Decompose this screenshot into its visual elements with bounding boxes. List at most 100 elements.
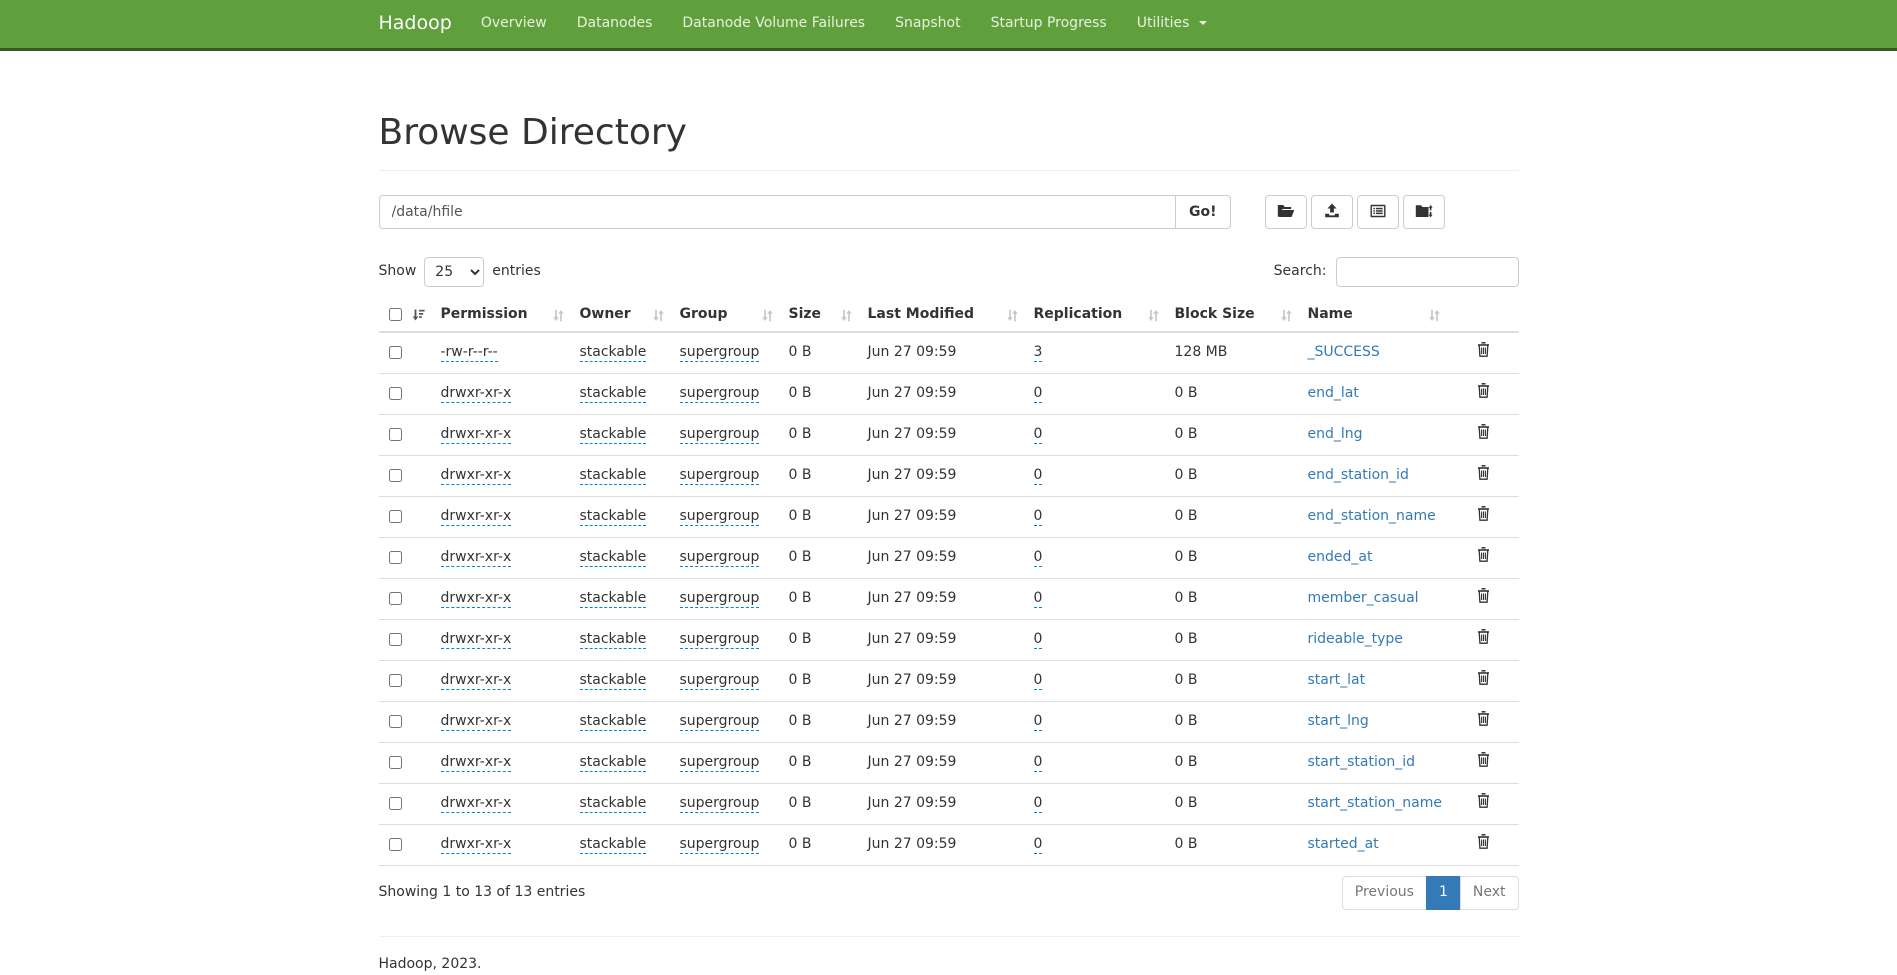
permission-cell[interactable]: drwxr-xr-x	[441, 385, 512, 403]
group-cell[interactable]: supergroup	[680, 672, 760, 690]
header-replication[interactable]: Replication	[1026, 299, 1167, 332]
permission-cell[interactable]: drwxr-xr-x	[441, 467, 512, 485]
file-name-link[interactable]: rideable_type	[1308, 631, 1403, 647]
header-permission[interactable]: Permission	[433, 299, 572, 332]
owner-cell[interactable]: stackable	[580, 385, 647, 403]
group-cell[interactable]: supergroup	[680, 713, 760, 731]
row-checkbox[interactable]	[389, 592, 402, 605]
owner-cell[interactable]: stackable	[580, 631, 647, 649]
replication-cell[interactable]: 0	[1034, 836, 1043, 854]
owner-cell[interactable]: stackable	[580, 590, 647, 608]
nav-item-datanodes[interactable]: Datanodes	[562, 0, 668, 48]
group-cell[interactable]: supergroup	[680, 836, 760, 854]
trash-icon[interactable]	[1477, 793, 1490, 815]
file-name-link[interactable]: start_station_name	[1308, 795, 1443, 811]
file-name-link[interactable]: start_station_id	[1308, 754, 1416, 770]
page-size-select[interactable]: 25	[424, 257, 484, 287]
header-name[interactable]: Name	[1300, 299, 1448, 332]
row-checkbox[interactable]	[389, 346, 402, 359]
owner-cell[interactable]: stackable	[580, 836, 647, 854]
row-checkbox[interactable]	[389, 715, 402, 728]
permission-cell[interactable]: drwxr-xr-x	[441, 631, 512, 649]
group-cell[interactable]: supergroup	[680, 344, 760, 362]
group-cell[interactable]: supergroup	[680, 754, 760, 772]
permission-cell[interactable]: drwxr-xr-x	[441, 508, 512, 526]
row-checkbox[interactable]	[389, 838, 402, 851]
toolbar-upload-button[interactable]	[1311, 195, 1353, 229]
permission-cell[interactable]: drwxr-xr-x	[441, 754, 512, 772]
permission-cell[interactable]: drwxr-xr-x	[441, 590, 512, 608]
nav-item-startup-progress[interactable]: Startup Progress	[976, 0, 1122, 48]
permission-cell[interactable]: drwxr-xr-x	[441, 795, 512, 813]
header-group[interactable]: Group	[672, 299, 781, 332]
trash-icon[interactable]	[1477, 711, 1490, 733]
trash-icon[interactable]	[1477, 342, 1490, 364]
file-name-link[interactable]: started_at	[1308, 836, 1379, 852]
pagination-page-1[interactable]: 1	[1426, 876, 1461, 910]
file-name-link[interactable]: ended_at	[1308, 549, 1373, 565]
file-name-link[interactable]: start_lat	[1308, 672, 1366, 688]
toolbar-list-button[interactable]	[1357, 195, 1399, 229]
owner-cell[interactable]: stackable	[580, 426, 647, 444]
owner-cell[interactable]: stackable	[580, 754, 647, 772]
toolbar-folder-open-button[interactable]	[1265, 195, 1307, 229]
replication-cell[interactable]: 0	[1034, 549, 1043, 567]
trash-icon[interactable]	[1477, 834, 1490, 856]
owner-cell[interactable]: stackable	[580, 672, 647, 690]
header-select-all[interactable]	[379, 299, 433, 332]
replication-cell[interactable]: 0	[1034, 508, 1043, 526]
permission-cell[interactable]: -rw-r--r--	[441, 344, 498, 362]
replication-cell[interactable]: 0	[1034, 754, 1043, 772]
owner-cell[interactable]: stackable	[580, 508, 647, 526]
replication-cell[interactable]: 0	[1034, 631, 1043, 649]
header-last-modified[interactable]: Last Modified	[860, 299, 1026, 332]
group-cell[interactable]: supergroup	[680, 508, 760, 526]
owner-cell[interactable]: stackable	[580, 549, 647, 567]
trash-icon[interactable]	[1477, 506, 1490, 528]
row-checkbox[interactable]	[389, 469, 402, 482]
file-name-link[interactable]: start_lng	[1308, 713, 1369, 729]
group-cell[interactable]: supergroup	[680, 631, 760, 649]
trash-icon[interactable]	[1477, 752, 1490, 774]
path-input[interactable]	[379, 195, 1177, 229]
permission-cell[interactable]: drwxr-xr-x	[441, 713, 512, 731]
permission-cell[interactable]: drwxr-xr-x	[441, 549, 512, 567]
group-cell[interactable]: supergroup	[680, 467, 760, 485]
owner-cell[interactable]: stackable	[580, 467, 647, 485]
permission-cell[interactable]: drwxr-xr-x	[441, 836, 512, 854]
file-name-link[interactable]: end_lng	[1308, 426, 1363, 442]
replication-cell[interactable]: 0	[1034, 713, 1043, 731]
nav-item-overview[interactable]: Overview	[466, 0, 562, 48]
trash-icon[interactable]	[1477, 383, 1490, 405]
row-checkbox[interactable]	[389, 674, 402, 687]
trash-icon[interactable]	[1477, 424, 1490, 446]
pagination-previous[interactable]: Previous	[1342, 876, 1427, 910]
replication-cell[interactable]: 0	[1034, 467, 1043, 485]
replication-cell[interactable]: 0	[1034, 672, 1043, 690]
search-input[interactable]	[1336, 257, 1519, 287]
owner-cell[interactable]: stackable	[580, 344, 647, 362]
trash-icon[interactable]	[1477, 547, 1490, 569]
file-name-link[interactable]: end_station_id	[1308, 467, 1409, 483]
replication-cell[interactable]: 0	[1034, 385, 1043, 403]
navbar-brand[interactable]: Hadoop	[379, 10, 452, 37]
trash-icon[interactable]	[1477, 465, 1490, 487]
nav-item-datanode-volume-failures[interactable]: Datanode Volume Failures	[667, 0, 880, 48]
header-block-size[interactable]: Block Size	[1167, 299, 1300, 332]
trash-icon[interactable]	[1477, 588, 1490, 610]
owner-cell[interactable]: stackable	[580, 713, 647, 731]
row-checkbox[interactable]	[389, 387, 402, 400]
pagination-next[interactable]: Next	[1460, 876, 1519, 910]
row-checkbox[interactable]	[389, 756, 402, 769]
permission-cell[interactable]: drwxr-xr-x	[441, 672, 512, 690]
go-button[interactable]: Go!	[1175, 195, 1231, 229]
header-size[interactable]: Size	[781, 299, 860, 332]
group-cell[interactable]: supergroup	[680, 549, 760, 567]
nav-item-snapshot[interactable]: Snapshot	[880, 0, 975, 48]
trash-icon[interactable]	[1477, 629, 1490, 651]
file-name-link[interactable]: end_station_name	[1308, 508, 1436, 524]
owner-cell[interactable]: stackable	[580, 795, 647, 813]
nav-item-utilities[interactable]: Utilities	[1122, 0, 1222, 48]
file-name-link[interactable]: _SUCCESS	[1308, 344, 1380, 360]
permission-cell[interactable]: drwxr-xr-x	[441, 426, 512, 444]
